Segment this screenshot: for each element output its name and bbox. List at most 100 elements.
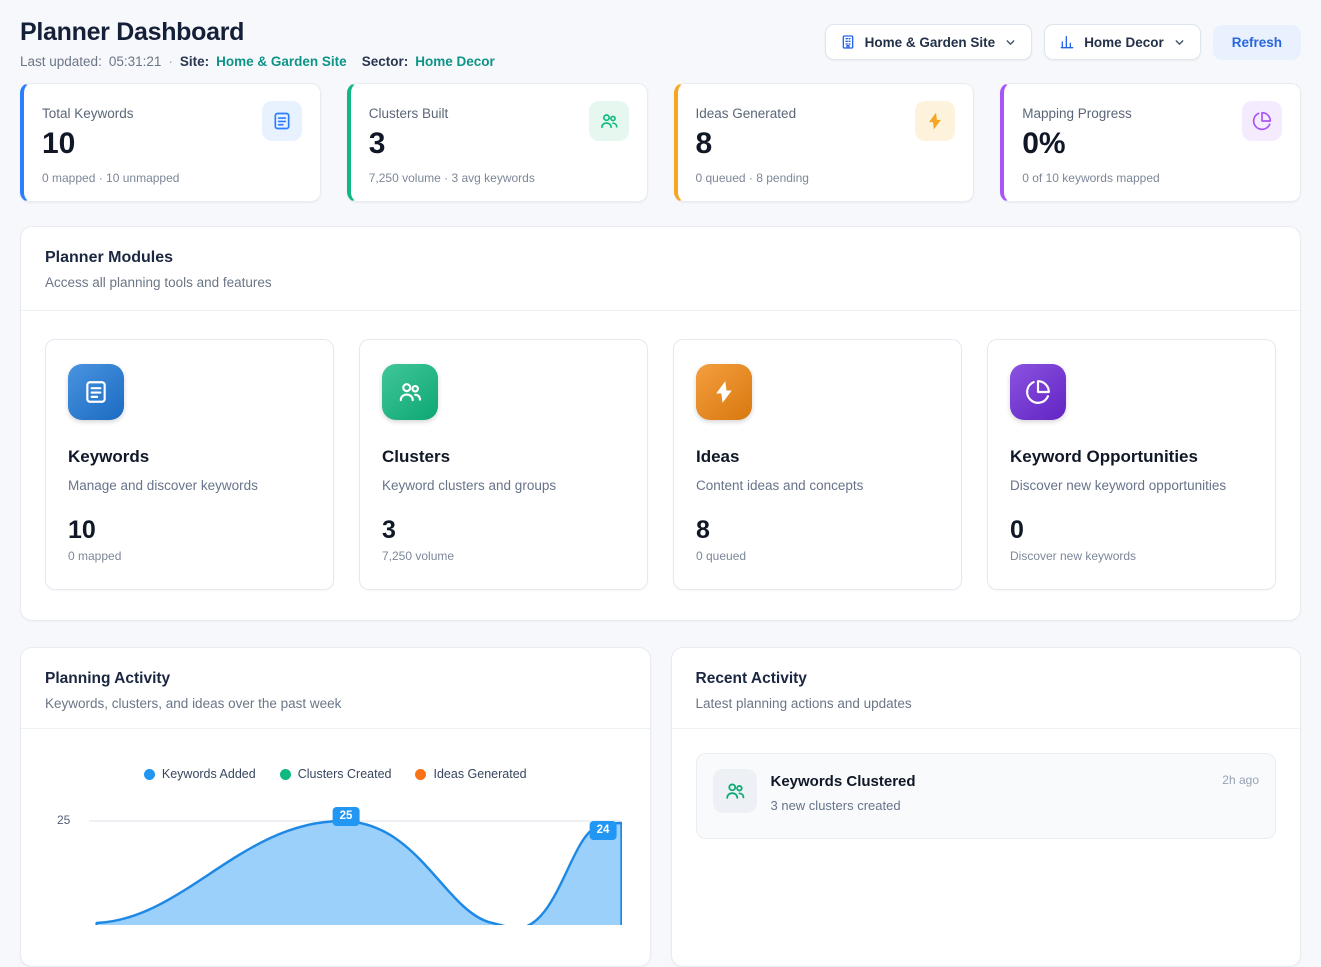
module-subtext: 7,250 volume	[382, 549, 625, 563]
stat-top: Total Keywords 10	[42, 101, 302, 161]
module-card-keywords[interactable]: Keywords Manage and discover keywords 10…	[45, 339, 334, 590]
bolt-icon	[915, 101, 955, 141]
legend-item-keywords-added[interactable]: Keywords Added	[144, 767, 256, 781]
recent-activity-title: Recent Activity	[696, 670, 1277, 688]
last-updated-label: Last updated:	[20, 54, 102, 69]
last-updated-value: 05:31:21	[109, 54, 162, 69]
legend-label: Keywords Added	[162, 767, 256, 781]
users-icon	[713, 769, 757, 813]
pie-chart-icon	[1010, 364, 1066, 420]
meta-separator: ·	[168, 54, 173, 69]
modules-grid: Keywords Manage and discover keywords 10…	[21, 311, 1300, 620]
stat-value: 3	[369, 127, 449, 161]
legend-item-clusters-created[interactable]: Clusters Created	[280, 767, 392, 781]
stat-value: 0%	[1022, 127, 1132, 161]
chevron-down-icon	[1004, 36, 1017, 49]
planning-activity-title: Planning Activity	[45, 670, 626, 688]
module-description: Keyword clusters and groups	[382, 478, 625, 493]
module-title: Keywords	[68, 447, 311, 467]
module-subtext: 0 mapped	[68, 549, 311, 563]
recent-activity-header: Recent Activity Latest planning actions …	[672, 648, 1301, 729]
stat-value: 10	[42, 127, 134, 161]
legend-item-ideas-generated[interactable]: Ideas Generated	[415, 767, 526, 781]
activity-title: Keywords Clustered	[771, 773, 1209, 790]
module-description: Manage and discover keywords	[68, 478, 311, 493]
stat-top: Mapping Progress 0%	[1022, 101, 1282, 161]
planning-activity-subtitle: Keywords, clusters, and ideas over the p…	[45, 696, 626, 711]
modules-title: Planner Modules	[45, 249, 1276, 267]
stat-text: Ideas Generated 8	[696, 101, 797, 161]
recent-activity-panel: Recent Activity Latest planning actions …	[671, 647, 1302, 967]
planning-activity-panel: Planning Activity Keywords, clusters, an…	[20, 647, 651, 967]
stat-subtext: 0 of 10 keywords mapped	[1022, 171, 1282, 185]
legend-label: Ideas Generated	[433, 767, 526, 781]
legend-dot	[144, 769, 155, 780]
users-icon	[382, 364, 438, 420]
topbar-left: Planner Dashboard Last updated: 05:31:21…	[20, 18, 495, 69]
chart-legend: Keywords Added Clusters Created Ideas Ge…	[41, 767, 630, 781]
module-value: 3	[382, 517, 625, 543]
module-title: Keyword Opportunities	[1010, 447, 1253, 467]
activity-list-item: Keywords Clustered 3 new clusters create…	[696, 753, 1277, 839]
module-card-clusters[interactable]: Clusters Keyword clusters and groups 3 7…	[359, 339, 648, 590]
bar-chart-icon	[1059, 34, 1075, 50]
module-title: Clusters	[382, 447, 625, 467]
meta-row: Last updated: 05:31:21 · Site: Home & Ga…	[20, 54, 495, 69]
site-link[interactable]: Home & Garden Site	[216, 54, 347, 69]
stat-text: Total Keywords 10	[42, 101, 134, 161]
stat-label: Mapping Progress	[1022, 101, 1132, 121]
module-title: Ideas	[696, 447, 939, 467]
stat-card-ideas-generated: Ideas Generated 8 0 queued · 8 pending	[674, 83, 975, 202]
stat-subtext: 7,250 volume · 3 avg keywords	[369, 171, 629, 185]
document-icon	[68, 364, 124, 420]
topbar: Planner Dashboard Last updated: 05:31:21…	[0, 0, 1321, 69]
sector-selector-dropdown[interactable]: Home Decor	[1044, 24, 1201, 60]
planner-modules-section: Planner Modules Access all planning tool…	[20, 226, 1301, 621]
stats-row: Total Keywords 10 0 mapped · 10 unmapped…	[20, 83, 1301, 202]
stat-value: 8	[696, 127, 797, 161]
page-title: Planner Dashboard	[20, 18, 495, 46]
modules-subtitle: Access all planning tools and features	[45, 275, 1276, 290]
stat-label: Ideas Generated	[696, 101, 797, 121]
modules-header: Planner Modules Access all planning tool…	[21, 227, 1300, 311]
stat-text: Mapping Progress 0%	[1022, 101, 1132, 161]
bottom-panels: Planning Activity Keywords, clusters, an…	[20, 647, 1301, 967]
planning-activity-body: Keywords Added Clusters Created Ideas Ge…	[21, 729, 650, 943]
sector-link[interactable]: Home Decor	[415, 54, 495, 69]
module-card-ideas[interactable]: Ideas Content ideas and concepts 8 0 que…	[673, 339, 962, 590]
activity-timestamp: 2h ago	[1222, 773, 1259, 787]
data-point-label: 24	[590, 821, 617, 840]
module-value: 0	[1010, 517, 1253, 543]
stat-card-clusters-built: Clusters Built 3 7,250 volume · 3 avg ke…	[347, 83, 648, 202]
legend-dot	[280, 769, 291, 780]
recent-activity-body: Keywords Clustered 3 new clusters create…	[672, 729, 1301, 863]
stat-top: Clusters Built 3	[369, 101, 629, 161]
chevron-down-icon	[1173, 36, 1186, 49]
legend-label: Clusters Created	[298, 767, 392, 781]
recent-activity-subtitle: Latest planning actions and updates	[696, 696, 1277, 711]
module-description: Content ideas and concepts	[696, 478, 939, 493]
planner-dashboard-page: { "header": { "title": "Planner Dashboar…	[0, 0, 1321, 832]
stat-card-mapping-progress: Mapping Progress 0% 0 of 10 keywords map…	[1000, 83, 1301, 202]
module-value: 8	[696, 517, 939, 543]
topbar-controls: Home & Garden Site Home Decor Refresh	[825, 24, 1301, 60]
stat-subtext: 0 queued · 8 pending	[696, 171, 956, 185]
building-icon	[840, 34, 856, 50]
stat-label: Clusters Built	[369, 101, 449, 121]
stat-label: Total Keywords	[42, 101, 134, 121]
sector-selector-label: Home Decor	[1084, 35, 1164, 50]
document-icon	[262, 101, 302, 141]
refresh-button[interactable]: Refresh	[1213, 25, 1301, 60]
activity-description: 3 new clusters created	[771, 798, 1209, 813]
y-axis-tick-25: 25	[57, 813, 70, 827]
module-card-keyword-opportunities[interactable]: Keyword Opportunities Discover new keywo…	[987, 339, 1276, 590]
module-description: Discover new keyword opportunities	[1010, 478, 1253, 493]
stat-text: Clusters Built 3	[369, 101, 449, 161]
planning-activity-header: Planning Activity Keywords, clusters, an…	[21, 648, 650, 729]
site-selector-dropdown[interactable]: Home & Garden Site	[825, 24, 1033, 60]
module-subtext: 0 queued	[696, 549, 939, 563]
data-point-label: 25	[333, 807, 360, 826]
users-icon	[589, 101, 629, 141]
bolt-icon	[696, 364, 752, 420]
activity-content: Keywords Clustered 3 new clusters create…	[771, 769, 1209, 813]
